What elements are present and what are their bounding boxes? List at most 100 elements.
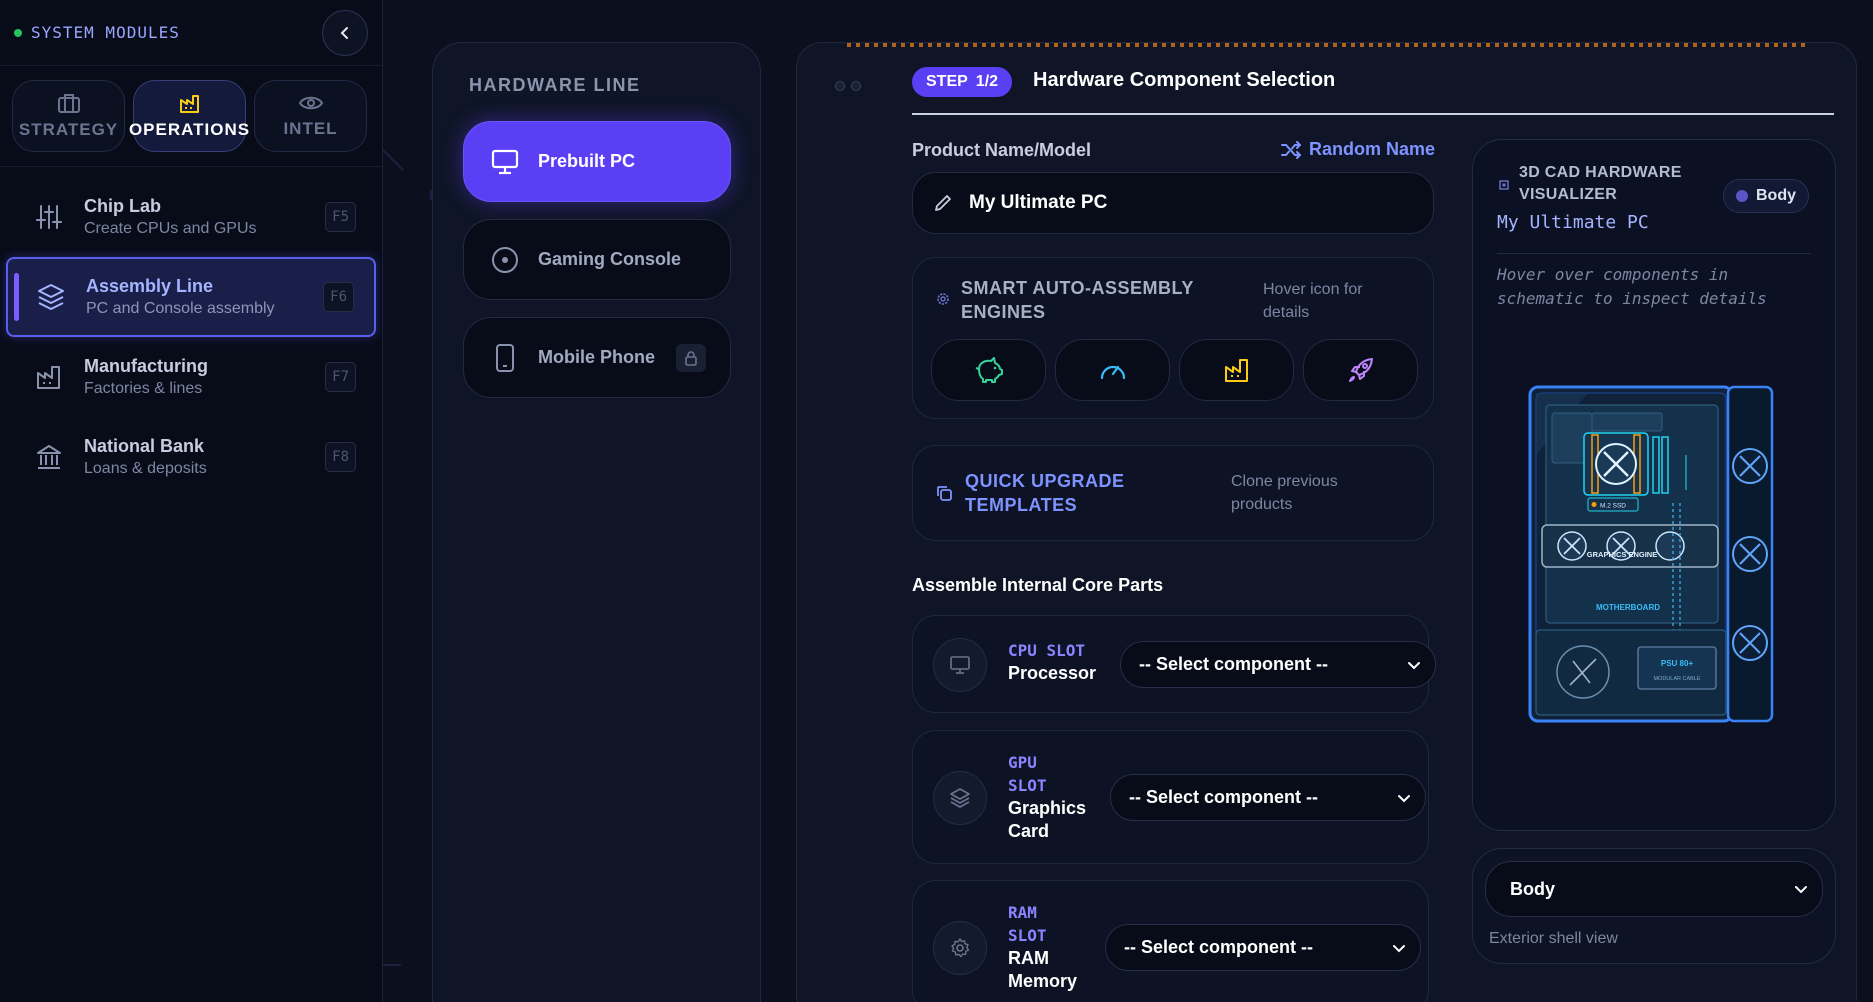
window-controls xyxy=(835,81,861,91)
hardware-option-gaming-console[interactable]: Gaming Console xyxy=(463,219,731,300)
engine-manufacturing-button[interactable] xyxy=(1179,339,1294,401)
module-tabs: STRATEGY OPERATIONS INTEL xyxy=(0,66,382,167)
hardware-option-label: Prebuilt PC xyxy=(538,151,636,171)
tab-label: STRATEGY xyxy=(18,120,119,139)
chevron-down-icon xyxy=(1393,944,1405,952)
random-name-button[interactable]: Random Name xyxy=(1281,139,1435,160)
lock-icon xyxy=(676,343,706,372)
slot-tag: RAM SLOT xyxy=(1008,901,1047,947)
monitor-icon xyxy=(933,638,987,692)
layers-icon xyxy=(933,771,987,825)
motherboard-label: MOTHERBOARD xyxy=(1596,603,1660,612)
slot-tag-line: RAM xyxy=(1008,903,1037,922)
sidebar-item-title: Manufacturing xyxy=(84,356,208,376)
factory-icon xyxy=(1224,359,1248,382)
gpu-slot-card: GPU SLOT Graphics Card -- Select compone… xyxy=(912,730,1429,864)
badge-label: Body xyxy=(1756,187,1796,204)
sidebar-header: SYSTEM MODULES xyxy=(0,0,382,66)
templates-title: QUICK UPGRADE TEMPLATES xyxy=(965,469,1125,517)
chevron-down-icon xyxy=(1408,661,1420,669)
slot-tag-line: GPU xyxy=(1008,753,1037,772)
sidebar-title-text: SYSTEM MODULES xyxy=(31,23,180,42)
collapse-sidebar-button[interactable] xyxy=(322,9,368,56)
engines-title-line: SMART AUTO-ASSEMBLY xyxy=(961,278,1194,298)
hardware-option-prebuilt-pc[interactable]: Prebuilt PC xyxy=(463,121,731,202)
power-supply[interactable] xyxy=(1637,646,1717,690)
hardware-visualizer: 3D CAD HARDWARE VISUALIZER Body My Ultim… xyxy=(1472,139,1836,831)
psu-label: PSU 80+ xyxy=(1661,659,1694,668)
view-mode-badge: Body xyxy=(1723,179,1809,213)
hardware-option-mobile-phone[interactable]: Mobile Phone xyxy=(463,317,731,398)
sliders-icon xyxy=(32,200,66,234)
bank-icon xyxy=(32,440,66,474)
pc-schematic[interactable]: M.2 SSD GRAPHICS ENGINE MOTHERBOARD PSU … xyxy=(1528,385,1778,725)
rocket-icon xyxy=(1348,358,1373,382)
product-name-field[interactable] xyxy=(912,172,1434,234)
tab-strategy[interactable]: STRATEGY xyxy=(12,80,125,152)
sidebar-item-subtitle: PC and Console assembly xyxy=(86,300,275,317)
slot-name: Graphics Card xyxy=(1008,797,1086,843)
layers-icon xyxy=(34,280,68,314)
engine-budget-button[interactable] xyxy=(931,339,1046,401)
chevron-down-icon xyxy=(1795,886,1807,894)
view-mode-value: Body xyxy=(1510,878,1555,899)
hardware-option-label: Gaming Console xyxy=(538,249,682,269)
sidebar-title: SYSTEM MODULES xyxy=(14,23,180,42)
window-dot xyxy=(835,81,845,91)
psu-sublabel: MODULAR CABLE xyxy=(1653,676,1700,682)
slot-name-line: Graphics xyxy=(1008,798,1087,818)
briefcase-icon xyxy=(57,94,80,113)
gpu-label: GRAPHICS ENGINE xyxy=(1587,550,1657,559)
engines-title-line: ENGINES xyxy=(961,302,1046,322)
factory-icon xyxy=(32,360,66,394)
sidebar-item-subtitle: Create CPUs and GPUs xyxy=(84,220,257,237)
hardware-line-panel: HARDWARE LINE Prebuilt PC Gaming Console… xyxy=(432,42,761,1002)
section-title: Assemble Internal Core Parts xyxy=(912,575,1164,595)
visualizer-title-line: VISUALIZER xyxy=(1519,186,1618,203)
status-dot xyxy=(14,28,22,37)
step-word: STEP xyxy=(926,73,968,90)
component-selection-panel: STEP 1/2 Hardware Component Selection Pr… xyxy=(796,42,1857,1002)
copy-icon xyxy=(937,486,952,501)
engines-hint-line: Hover icon for xyxy=(1263,281,1363,298)
slot-tag: CPU SLOT xyxy=(1008,641,1086,660)
divider xyxy=(912,113,1834,115)
sidebar-item-national-bank[interactable]: National Bank Loans & deposits F8 xyxy=(6,417,376,497)
step-value: 1/2 xyxy=(975,73,999,90)
ram-select[interactable]: -- Select component -- xyxy=(1105,924,1421,971)
slot-name-line: Card xyxy=(1008,821,1050,841)
pencil-icon xyxy=(935,195,951,211)
tab-label: INTEL xyxy=(283,119,338,138)
select-value: -- Select component -- xyxy=(1139,654,1329,674)
sidebar-item-chip-lab[interactable]: Chip Lab Create CPUs and GPUs F5 xyxy=(6,177,376,257)
visualizer-hint: Hover over components in schematic to in… xyxy=(1497,263,1797,311)
shortcut-key: F6 xyxy=(323,282,354,312)
ssd-label: M.2 SSD xyxy=(1600,503,1626,510)
tab-operations[interactable]: OPERATIONS xyxy=(129,80,249,152)
chip-icon xyxy=(1499,180,1509,190)
slot-name: Processor xyxy=(1008,663,1097,683)
gpu-select[interactable]: -- Select component -- xyxy=(1110,774,1426,821)
background-lines xyxy=(383,149,432,966)
visualizer-model-name: My Ultimate PC xyxy=(1497,212,1649,233)
dotted-border xyxy=(847,43,1806,47)
engine-premium-button[interactable] xyxy=(1303,339,1418,401)
hardware-line-label: HARDWARE LINE xyxy=(469,75,641,95)
cpu-select[interactable]: -- Select component -- xyxy=(1120,641,1436,688)
product-name-input[interactable] xyxy=(969,192,1369,214)
sidebar-menu: Chip Lab Create CPUs and GPUs F5 Assembl… xyxy=(0,167,382,507)
sidebar-item-subtitle: Loans & deposits xyxy=(84,460,207,477)
sidebar-item-assembly-line[interactable]: Assembly Line PC and Console assembly F6 xyxy=(6,257,376,337)
tab-intel[interactable]: INTEL xyxy=(254,80,367,152)
gear-icon xyxy=(933,921,987,975)
monitor-icon xyxy=(490,147,520,177)
visualizer-title-line: 3D CAD HARDWARE xyxy=(1519,164,1682,181)
quick-upgrade-templates-card[interactable]: QUICK UPGRADE TEMPLATES Clone previous p… xyxy=(912,445,1434,541)
view-mode-select[interactable]: Body xyxy=(1485,861,1823,917)
visualizer-title: 3D CAD HARDWARE VISUALIZER xyxy=(1519,162,1682,206)
chevron-left-icon xyxy=(340,26,348,39)
engine-performance-button[interactable] xyxy=(1055,339,1170,401)
eye-icon xyxy=(298,96,323,110)
gauge-icon xyxy=(1100,365,1125,380)
sidebar-item-manufacturing[interactable]: Manufacturing Factories & lines F7 xyxy=(6,337,376,417)
